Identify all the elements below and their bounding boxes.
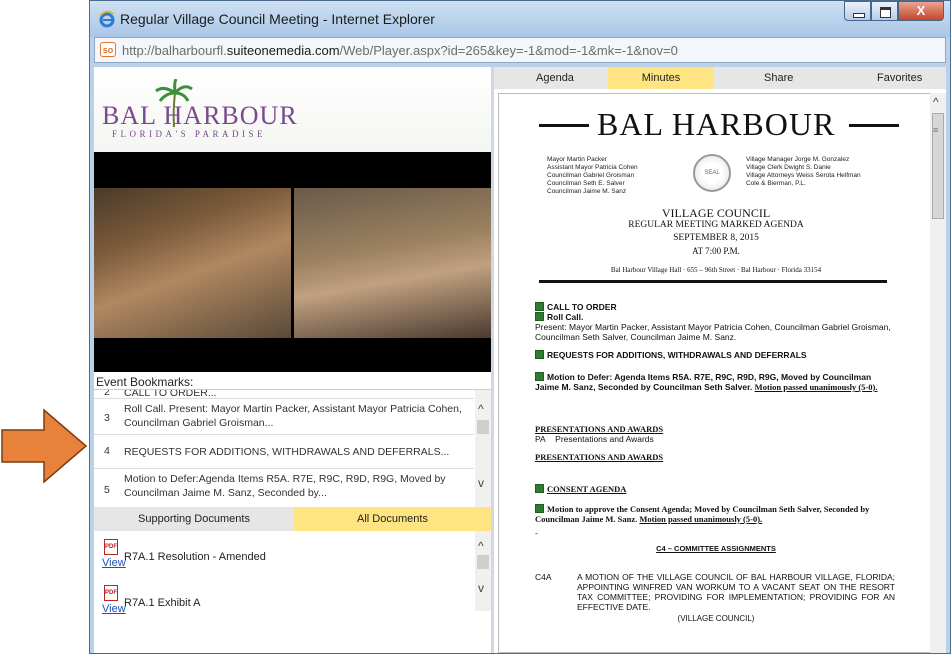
video-frame-left	[94, 188, 291, 338]
page-content: BAL HARBOUR FLORIDA'S PARADISE Event Boo…	[94, 67, 946, 653]
tab-minutes[interactable]: Minutes	[608, 67, 714, 89]
motion-defer: Motion to Defer: Agenda Items R5A. R7E, …	[535, 372, 878, 392]
document-name: R7A.1 Resolution - Amended	[124, 551, 266, 563]
dash: -	[535, 528, 538, 538]
pa-item: PA Presentations and Awards	[535, 434, 654, 444]
village-seal-icon: SEAL	[693, 154, 731, 192]
scroll-up-icon[interactable]: ^	[478, 539, 484, 553]
tab-agenda[interactable]: Agenda	[536, 67, 574, 89]
document-name: R7A.1 Exhibit A	[124, 597, 201, 609]
scroll-down-icon[interactable]: v	[478, 581, 484, 595]
agenda-pane: Agenda Minutes Share Favorites BAL HARBO…	[494, 67, 946, 653]
window-title: Regular Village Council Meeting - Intern…	[120, 11, 435, 27]
minimize-icon	[853, 13, 865, 18]
c4a-code: C4A	[535, 572, 552, 582]
video-player[interactable]	[94, 152, 491, 372]
pdf-icon: PDF	[104, 585, 118, 601]
tab-share[interactable]: Share	[764, 67, 793, 89]
address-bar[interactable]: so http://balharbourfl.suiteonemedia.com…	[94, 37, 946, 63]
scroll-thumb[interactable]	[477, 420, 489, 434]
document-item: PDF View R7A.1 Resolution - Amended	[94, 537, 474, 585]
meeting-location: Bal Harbour Village Hall · 655 – 96th St…	[610, 266, 822, 274]
document-item: PDF View R7A.1 Exhibit A	[94, 583, 474, 631]
document-list: PDF View R7A.1 Resolution - Amended PDF …	[94, 531, 491, 653]
motion-consent: Motion to approve the Consent Agenda; Mo…	[535, 504, 870, 524]
requests-heading: REQUESTS FOR ADDITIONS, WITHDRAWALS AND …	[535, 350, 807, 360]
consent-heading: CONSENT AGENDA	[535, 484, 626, 494]
meeting-date: SEPTEMBER 8, 2015	[673, 233, 759, 243]
agenda-item-icon	[535, 312, 544, 321]
scroll-up-icon[interactable]: ^	[478, 402, 484, 416]
document-scrollbar[interactable]: ^ ≡	[930, 93, 946, 653]
pdf-icon: PDF	[104, 539, 118, 555]
close-icon: X	[916, 3, 926, 18]
presentations-heading: PRESENTATIONS AND AWARDS	[535, 424, 664, 434]
logo-wordmark: BAL HARBOUR	[102, 101, 298, 130]
agenda-item-icon	[535, 484, 544, 493]
c4a-sponsor: (VILLAGE COUNCIL)	[677, 614, 755, 623]
video-frame-right	[294, 188, 491, 338]
minutes-document: BAL HARBOUR Mayor Martin Packer Assistan…	[498, 93, 932, 653]
address-url[interactable]: http://balharbourfl.suiteonemedia.com/We…	[122, 43, 678, 58]
tab-supporting-documents[interactable]: Supporting Documents	[94, 507, 294, 531]
scroll-up-icon[interactable]: ^	[933, 95, 939, 109]
document-header: BAL HARBOUR	[539, 102, 899, 142]
bookmark-item[interactable]: 5 Motion to Defer:Agenda Items R5A. R7E,…	[94, 468, 474, 508]
agenda-item-icon	[535, 302, 544, 311]
logo-tagline: FLORIDA'S PARADISE	[112, 129, 267, 139]
bookmarks-scrollbar[interactable]: ^ v	[475, 390, 491, 508]
officials-right: Village Manager Jorge M. Gonzalez Villag…	[746, 156, 861, 187]
roll-call: Roll Call.	[535, 312, 583, 322]
presentations-heading-2: PRESENTATIONS AND AWARDS	[535, 452, 664, 462]
officials-left: Mayor Martin Packer Assistant Mayor Patr…	[547, 156, 638, 195]
meeting-time: AT 7:00 P.M.	[692, 246, 740, 256]
player-pane: BAL HARBOUR FLORIDA'S PARADISE Event Boo…	[94, 67, 491, 653]
close-button[interactable]: X	[898, 1, 944, 21]
document-tabs: Supporting Documents All Documents	[94, 507, 491, 531]
call-to-order: CALL TO ORDER	[535, 302, 617, 312]
tab-all-documents[interactable]: All Documents	[294, 507, 491, 531]
tab-favorites[interactable]: Favorites	[877, 67, 922, 89]
browser-window: Regular Village Council Meeting - Intern…	[89, 0, 951, 654]
maximize-button[interactable]	[871, 1, 898, 21]
bookmark-item[interactable]: 4 REQUESTS FOR ADDITIONS, WITHDRAWALS AN…	[94, 434, 474, 469]
title-bar[interactable]: Regular Village Council Meeting - Intern…	[90, 1, 950, 37]
document-title: BAL HARBOUR	[597, 106, 836, 142]
c4-heading: C4 – COMMITTEE ASSIGNMENTS	[656, 544, 776, 553]
site-favicon-icon: so	[100, 42, 116, 57]
scroll-thumb[interactable]	[477, 555, 489, 569]
view-link[interactable]: View	[102, 603, 126, 615]
site-header: BAL HARBOUR FLORIDA'S PARADISE	[94, 67, 491, 152]
minimize-button[interactable]	[844, 1, 871, 21]
internet-explorer-icon	[99, 10, 115, 28]
bookmarks-list: 2 CALL TO ORDER... 3 Roll Call. Present:…	[94, 389, 491, 508]
header-rule-left	[539, 124, 589, 127]
present-text: Present: Mayor Martin Packer, Assistant …	[535, 322, 891, 342]
scroll-grip-icon: ≡	[933, 125, 939, 135]
agenda-tabs: Agenda Minutes Share Favorites	[494, 67, 946, 89]
documents-scrollbar[interactable]: ^ v	[475, 531, 491, 611]
c4a-text: A MOTION OF THE VILLAGE COUNCIL OF BAL H…	[577, 572, 895, 612]
agenda-item-icon	[535, 372, 544, 381]
orange-arrow-icon	[1, 408, 88, 484]
bookmarks-label: Event Bookmarks:	[96, 375, 194, 389]
agenda-item-icon	[535, 504, 544, 513]
scroll-down-icon[interactable]: v	[478, 476, 484, 490]
agenda-type: REGULAR MEETING MARKED AGENDA	[628, 220, 804, 230]
council-heading: VILLAGE COUNCIL	[661, 206, 771, 220]
view-link[interactable]: View	[102, 557, 126, 569]
maximize-icon	[880, 7, 891, 18]
section-rule	[539, 280, 887, 283]
header-rule-right	[849, 124, 899, 127]
agenda-item-icon	[535, 350, 544, 359]
bookmark-item[interactable]: 3 Roll Call. Present: Mayor Martin Packe…	[94, 398, 474, 435]
